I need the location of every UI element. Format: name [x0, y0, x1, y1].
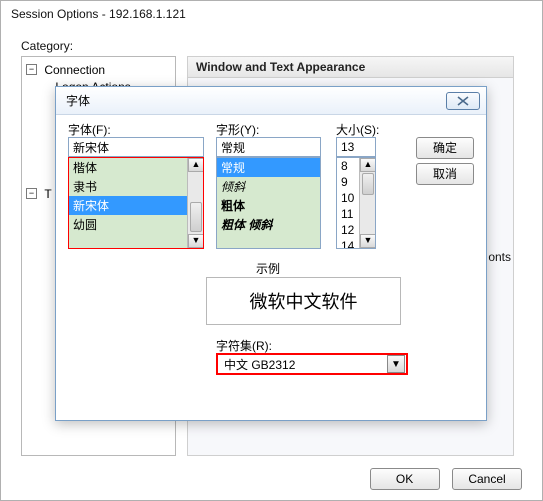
list-item[interactable]: 粗体: [217, 196, 320, 215]
style-input[interactable]: [216, 137, 321, 157]
scroll-thumb[interactable]: [362, 173, 374, 195]
font-label: 字体(F):: [68, 121, 111, 138]
scroll-up-icon[interactable]: ▲: [188, 158, 204, 172]
list-item[interactable]: 楷体: [69, 158, 203, 177]
scrollbar[interactable]: ▲ ▼: [187, 158, 203, 248]
list-item[interactable]: 倾斜: [217, 177, 320, 196]
scrollbar[interactable]: ▲ ▼: [359, 158, 375, 248]
list-item[interactable]: 隶书: [69, 177, 203, 196]
tree-collapse-icon[interactable]: −: [26, 64, 37, 75]
sample-box: 微软中文软件: [206, 277, 401, 325]
tree-collapse-icon[interactable]: −: [26, 188, 37, 199]
category-label: Category:: [21, 39, 73, 53]
tree-label-t: T: [44, 186, 51, 200]
size-label: 大小(S):: [336, 121, 379, 138]
charset-select[interactable]: 中文 GB2312 ▼: [216, 353, 408, 375]
close-button[interactable]: [446, 92, 480, 110]
font-dialog-titlebar[interactable]: 字体: [56, 87, 486, 115]
list-item[interactable]: 常规: [217, 158, 320, 177]
style-listbox[interactable]: 常规 倾斜 粗体 粗体 倾斜: [216, 157, 321, 249]
charset-label: 字符集(R):: [216, 337, 272, 354]
chevron-down-icon[interactable]: ▼: [387, 355, 405, 373]
font-cancel-button[interactable]: 取消: [416, 163, 474, 185]
size-listbox[interactable]: 8 9 10 11 12 14 16 ▲ ▼: [336, 157, 376, 249]
list-item[interactable]: 新宋体: [69, 196, 203, 215]
charset-value: 中文 GB2312: [218, 356, 387, 373]
panel-header: Window and Text Appearance: [187, 56, 514, 78]
bottom-buttons: OK Cancel: [362, 468, 522, 490]
list-item[interactable]: 粗体 倾斜: [217, 215, 320, 234]
font-input[interactable]: [68, 137, 204, 157]
style-label: 字形(Y):: [216, 121, 259, 138]
ok-button[interactable]: OK: [370, 468, 440, 490]
scroll-thumb[interactable]: [190, 202, 202, 232]
scroll-down-icon[interactable]: ▼: [188, 234, 204, 248]
sample-label: 示例: [256, 260, 280, 277]
tree-label-connection: Connection: [44, 63, 105, 77]
font-dialog-title: 字体: [66, 92, 90, 109]
scroll-down-icon[interactable]: ▼: [360, 234, 376, 248]
font-dialog: 字体 字体(F): 字形(Y): 大小(S): 楷体 隶书 新宋体 幼圆 ▲ ▼…: [55, 86, 487, 421]
close-icon: [456, 96, 470, 106]
fonts-label-suffix: onts: [488, 250, 511, 264]
tree-item-connection[interactable]: − Connection: [24, 61, 173, 78]
scroll-up-icon[interactable]: ▲: [360, 158, 376, 172]
size-input[interactable]: [336, 137, 376, 157]
font-listbox[interactable]: 楷体 隶书 新宋体 幼圆 ▲ ▼: [68, 157, 204, 249]
list-item[interactable]: 幼圆: [69, 215, 203, 234]
window-title: Session Options - 192.168.1.121: [1, 1, 542, 29]
sample-text: 微软中文软件: [250, 288, 358, 314]
cancel-button[interactable]: Cancel: [452, 468, 522, 490]
font-ok-button[interactable]: 确定: [416, 137, 474, 159]
